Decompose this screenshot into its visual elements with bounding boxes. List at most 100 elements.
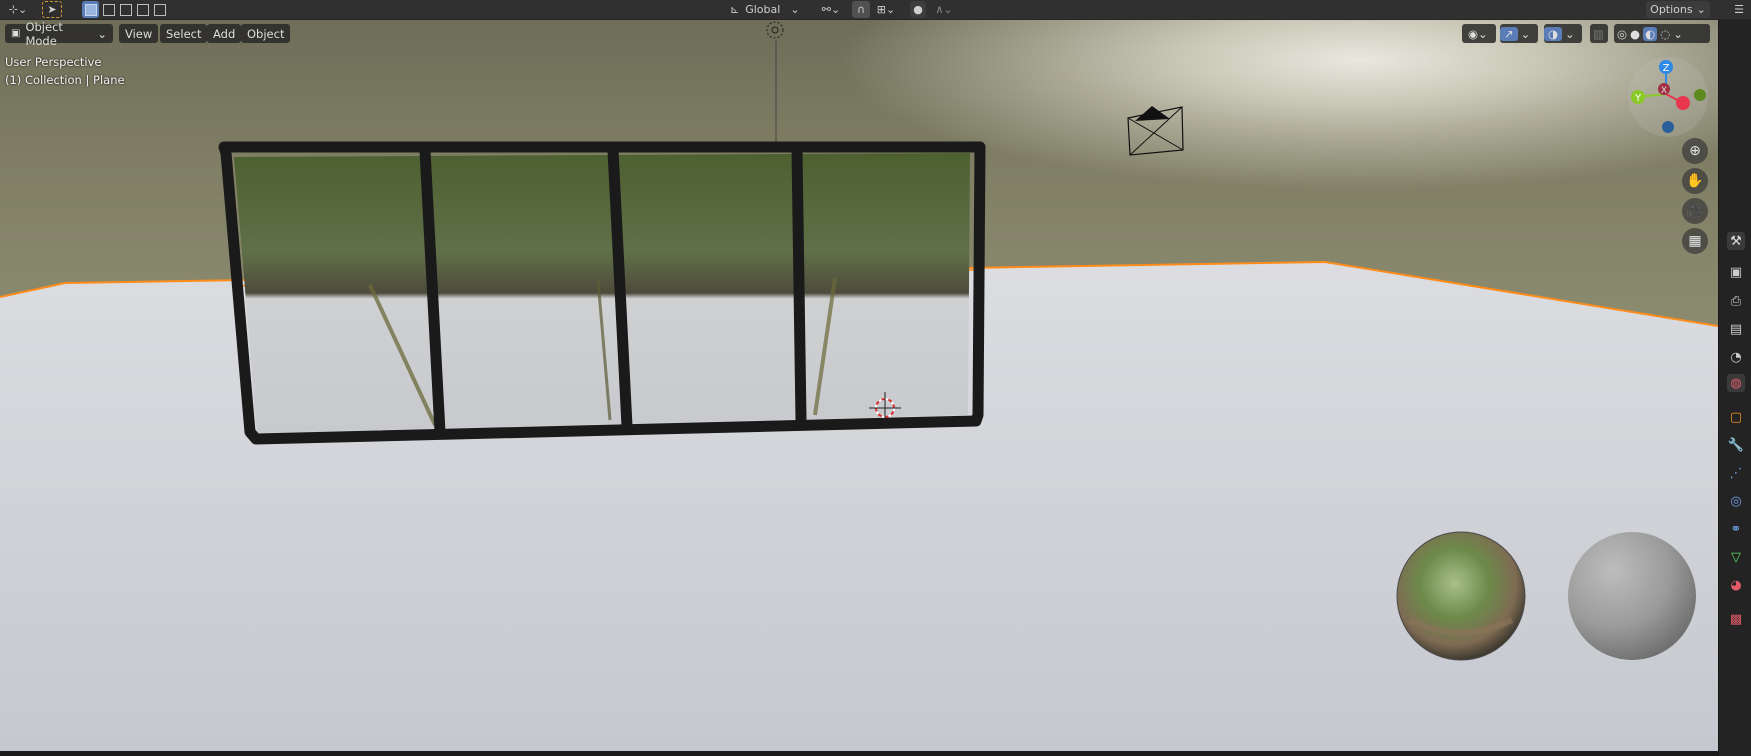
viewport-collection-label: (1) Collection | Plane <box>5 73 125 87</box>
overlays-icon: ◑ <box>1544 26 1563 41</box>
editor-type-button[interactable]: ⊹⌄ <box>4 1 32 18</box>
tab-render[interactable]: ▣ <box>1727 263 1745 281</box>
tab-view-layer[interactable]: ▤ <box>1727 320 1745 338</box>
mode-label: Object Mode <box>25 19 63 48</box>
camera-view-button[interactable]: 🎥 <box>1682 198 1708 224</box>
falloff-dropdown[interactable]: ∧⌄ <box>930 1 958 18</box>
3d-viewport[interactable] <box>0 20 1718 751</box>
shading-mode-group[interactable]: ◎ ● ◐ ◌ ⌄ <box>1614 24 1710 43</box>
gizmo-toggle[interactable]: ↗ ⌄ <box>1500 24 1538 43</box>
mode-subtract-selection-button[interactable] <box>117 1 134 18</box>
orientation-axes-icon: ⊾ <box>730 3 740 16</box>
proportional-edit-toggle[interactable]: ● <box>910 1 926 18</box>
axis-gizmo-svg: Z Y X <box>1631 60 1706 133</box>
modifier-icon: 🔧 <box>1727 437 1745 453</box>
tab-tool[interactable]: ⚒ <box>1727 232 1745 250</box>
chevron-down-icon: ⌄ <box>1565 26 1575 41</box>
object-menu-label: Object <box>247 26 285 41</box>
render-icon: ▣ <box>1729 264 1743 280</box>
physics-icon: ◎ <box>1730 493 1742 509</box>
gizmo-neg-z[interactable] <box>1662 121 1674 133</box>
perspective-toggle-button[interactable]: ▦ <box>1682 228 1708 254</box>
properties-tab-bar: ⚒ ▣ ⎙ ▤ ◔ ◍ ▢ 🔧 ⋰ ◎ ⚭ ▽ ◕ ▩ <box>1718 20 1751 756</box>
mode-new-selection-button[interactable] <box>82 1 99 18</box>
add-menu[interactable]: Add <box>207 24 242 43</box>
viewport-header: ▣ Object Mode ⌄ View Select Add Object ◉… <box>0 20 1718 48</box>
material-icon: ◕ <box>1730 577 1742 593</box>
navigation-gizmo[interactable]: Z Y X <box>1628 57 1708 137</box>
snap-toggle[interactable]: ∩ <box>852 1 870 18</box>
outliner-list-icon: ☰ <box>1734 3 1744 16</box>
viewport-scene <box>0 21 1718 751</box>
chevron-down-icon: ⌄ <box>790 3 800 16</box>
visibility-dropdown[interactable]: ◉⌄ <box>1462 24 1496 43</box>
window-object[interactable] <box>218 141 986 445</box>
tab-physics[interactable]: ◎ <box>1727 492 1745 510</box>
select-tool-button[interactable]: ➤ <box>42 1 62 18</box>
zoom-icon: ⊕ <box>1689 143 1701 159</box>
tab-scene[interactable]: ◔ <box>1727 348 1745 366</box>
hdri-preview-sphere <box>1396 531 1526 661</box>
gizmo-x-axis[interactable] <box>1676 96 1690 110</box>
solid-shading-icon[interactable]: ● <box>1630 27 1640 41</box>
select-menu-label: Select <box>166 26 202 41</box>
wireframe-shading-icon[interactable]: ◎ <box>1617 27 1627 41</box>
outliner-toggle[interactable]: ☰ <box>1730 1 1748 18</box>
gizmo-y-label: Y <box>1634 93 1642 104</box>
camera-object[interactable] <box>1127 106 1184 156</box>
top-header-bar: ⊹⌄ ➤ ⊾ Global ⌄ ⚯⌄ ∩ ⊞⌄ ● ∧⌄ Options ⌄ ☰ <box>0 0 1751 20</box>
add-menu-label: Add <box>213 26 236 41</box>
mode-intersect-selection-button[interactable] <box>151 1 168 18</box>
scene-icon: ◔ <box>1730 349 1742 365</box>
tab-constraints[interactable]: ⚭ <box>1727 520 1745 538</box>
constraints-icon: ⚭ <box>1730 521 1742 537</box>
snap-target-dropdown[interactable]: ⊞⌄ <box>872 1 900 18</box>
viewport-perspective-label: User Perspective <box>5 55 102 69</box>
rendered-shading-icon[interactable]: ◌ <box>1660 27 1670 41</box>
pan-button[interactable]: ✋ <box>1682 168 1708 194</box>
view-layer-icon: ▤ <box>1729 321 1743 337</box>
gizmo-neg-y[interactable] <box>1694 89 1706 101</box>
object-mode-icon: ▣ <box>11 28 21 39</box>
intersect-selection-icon <box>153 3 166 16</box>
zoom-button[interactable]: ⊕ <box>1682 138 1708 164</box>
grid-icon: ▦ <box>1688 233 1702 249</box>
particles-icon: ⋰ <box>1729 465 1743 481</box>
tool-icon: ⚒ <box>1730 233 1742 249</box>
select-menu[interactable]: Select <box>160 24 208 43</box>
viewport-bottom-border <box>0 751 1718 756</box>
material-shading-icon[interactable]: ◐ <box>1643 26 1658 41</box>
gizmo-z-label: Z <box>1663 63 1670 74</box>
tab-texture[interactable]: ▩ <box>1727 610 1745 628</box>
object-icon: ▢ <box>1729 409 1743 425</box>
invert-selection-icon <box>136 3 149 16</box>
view-menu[interactable]: View <box>119 24 159 43</box>
new-selection-icon <box>84 3 97 16</box>
data-icon: ▽ <box>1731 549 1741 565</box>
mode-extend-selection-button[interactable] <box>100 1 117 18</box>
mode-dropdown[interactable]: ▣ Object Mode ⌄ <box>5 20 113 48</box>
tab-object[interactable]: ▢ <box>1727 408 1745 426</box>
chevron-down-icon: ⌄ <box>97 26 107 41</box>
tab-data[interactable]: ▽ <box>1727 548 1745 566</box>
tab-particles[interactable]: ⋰ <box>1727 464 1745 482</box>
chevron-down-icon: ⌄ <box>1673 26 1683 41</box>
transform-orientation-dropdown[interactable]: ⊾ Global ⌄ <box>730 1 810 18</box>
mode-invert-selection-button[interactable] <box>134 1 151 18</box>
xray-toggle[interactable]: ▥ <box>1590 24 1608 43</box>
object-menu[interactable]: Object <box>241 24 291 43</box>
falloff-curve-icon: ∧⌄ <box>935 3 953 16</box>
tab-world[interactable]: ◍ <box>1727 374 1745 392</box>
pivot-point-dropdown[interactable]: ⚯⌄ <box>818 1 844 18</box>
magnet-icon: ∩ <box>856 3 866 16</box>
world-icon: ◍ <box>1730 375 1742 391</box>
gizmo-icon: ↗ <box>1500 26 1518 41</box>
tab-output[interactable]: ⎙ <box>1727 292 1745 310</box>
tab-material[interactable]: ◕ <box>1727 576 1745 594</box>
options-label: Options <box>1650 3 1693 16</box>
overlays-toggle[interactable]: ◑ ⌄ <box>1544 24 1582 43</box>
options-dropdown[interactable]: Options ⌄ <box>1646 1 1710 18</box>
view-menu-label: View <box>125 26 153 41</box>
gizmo-x-label: X <box>1661 86 1667 96</box>
tab-modifier[interactable]: 🔧 <box>1727 436 1745 454</box>
